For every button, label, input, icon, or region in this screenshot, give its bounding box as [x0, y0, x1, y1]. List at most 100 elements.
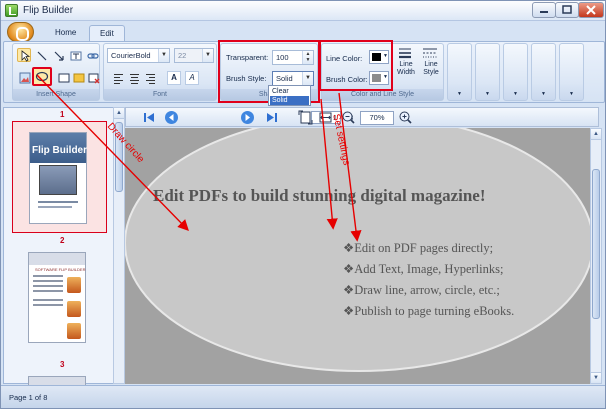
thumbnail-page-number: 1 [60, 110, 65, 119]
maximize-button[interactable] [555, 2, 579, 18]
zoom-in-icon [399, 111, 412, 124]
close-button[interactable] [578, 2, 604, 18]
ribbon-extra-group-2[interactable]: ▼ [475, 43, 500, 101]
next-page-button[interactable] [240, 110, 255, 125]
status-page-text: Page 1 of 8 [9, 393, 48, 402]
next-page-icon [241, 111, 254, 124]
scroll-down-icon[interactable]: ▼ [591, 372, 601, 383]
line-width-button[interactable]: Line Width [394, 46, 416, 90]
chevron-down-icon: ▼ [541, 91, 546, 97]
align-center-button[interactable] [128, 73, 141, 85]
bullet-icon: ❖ [343, 262, 355, 276]
font-group-label: Font [104, 89, 216, 100]
line-style-icon [423, 48, 437, 58]
insert-shape-group-label: Insert Shape [13, 89, 99, 100]
color-settings-highlight [319, 40, 393, 91]
ribbon-extra-group-5[interactable]: ▼ [559, 43, 584, 101]
thumbnail-page-number: 3 [60, 360, 65, 369]
canvas-vertical-scrollbar[interactable]: ▲ ▼ [590, 128, 602, 384]
ribbon-extra-group-3[interactable]: ▼ [503, 43, 528, 101]
align-right-button[interactable] [144, 73, 157, 85]
window-title: Flip Builder [23, 5, 74, 16]
line-width-icon [399, 48, 411, 59]
thumbnail-item-1[interactable]: Flip Builder [12, 121, 107, 233]
text-tool[interactable] [68, 48, 82, 62]
rectangle-tool[interactable] [56, 70, 70, 84]
page-headline: Edit PDFs to build stunning digital maga… [153, 186, 486, 205]
chevron-down-icon: ▼ [202, 49, 213, 62]
font-size-select[interactable]: 22 ▼ [174, 48, 214, 63]
first-page-icon [144, 113, 154, 122]
chevron-down-icon: ▼ [485, 91, 490, 97]
ribbon-extra-group-4[interactable]: ▼ [531, 43, 556, 101]
line-style-button[interactable]: Line Style [419, 46, 441, 90]
font-size-value: 22 [178, 51, 187, 60]
last-page-icon [267, 113, 277, 122]
thumbnail-page-number: 2 [60, 236, 65, 245]
status-bar: Page 1 of 8 [1, 385, 605, 408]
pointer-icon [21, 50, 31, 62]
ellipse-tool[interactable] [32, 67, 52, 86]
link-tool[interactable] [85, 48, 99, 62]
thumbnail-item-2[interactable]: SOFTWARE FLIP BUILDER [28, 252, 86, 343]
thumbnail-box-image [39, 165, 77, 195]
image-tool[interactable] [17, 70, 31, 84]
brush-style-option-solid[interactable]: Solid [270, 96, 309, 105]
thumbnail-title: SOFTWARE FLIP BUILDER [35, 267, 86, 272]
arrow-tool[interactable] [51, 48, 65, 62]
application-menu-button[interactable] [7, 22, 34, 42]
chevron-down-icon: ▼ [513, 91, 518, 97]
maximize-icon [562, 5, 572, 14]
delete-shape-icon [88, 73, 100, 84]
filled-rectangle-icon [73, 73, 85, 83]
text-box-icon [70, 51, 82, 61]
page-bullet-list: ❖Edit on PDF pages directly; ❖Add Text, … [343, 238, 514, 322]
select-pointer-tool[interactable] [17, 48, 31, 62]
page-navigation-toolbar: 1 / 8 70% [125, 107, 599, 127]
canvas-scroll-thumb[interactable] [592, 169, 600, 319]
previous-page-button[interactable] [164, 110, 179, 125]
align-left-button[interactable] [112, 73, 125, 85]
fit-page-button[interactable] [298, 110, 313, 125]
line-tool[interactable] [34, 48, 48, 62]
scroll-up-icon[interactable]: ▲ [114, 108, 124, 119]
chevron-down-icon: ▼ [457, 91, 462, 97]
brush-style-dropdown-list: Clear Solid [268, 85, 311, 106]
thumbnail-title: Flip Builder [32, 145, 87, 156]
first-page-button[interactable] [142, 110, 157, 125]
thumbnail-pane: 1 Flip Builder 2 SOFTWARE FLIP BUILDER 3 [3, 107, 116, 386]
link-icon [87, 53, 99, 59]
bullet-item-4: ❖Publish to page turning eBooks. [343, 304, 515, 318]
arrow-icon [54, 51, 64, 61]
ribbon-tab-row: Home Edit [1, 22, 605, 43]
thumbnail-page-1: Flip Builder [29, 132, 87, 224]
line-icon [37, 51, 47, 61]
previous-page-icon [165, 111, 178, 124]
font-family-select[interactable]: CourierBold ▼ [107, 48, 170, 63]
document-canvas[interactable]: Edit PDFs to build stunning digital maga… [125, 128, 590, 384]
font-group: CourierBold ▼ 22 ▼ A A Font [103, 43, 217, 101]
minimize-icon [540, 11, 548, 13]
bullet-icon: ❖ [343, 283, 355, 297]
font-increase-button[interactable]: A [167, 71, 181, 85]
font-family-value: CourierBold [111, 51, 151, 60]
title-bar: Flip Builder [1, 1, 605, 21]
font-decrease-button[interactable]: A [185, 71, 199, 85]
app-logo-icon [5, 4, 18, 17]
rectangle-icon [58, 73, 70, 83]
bullet-icon: ❖ [343, 304, 355, 318]
line-style-label: Line Style [423, 61, 439, 76]
close-icon [586, 5, 596, 15]
zoom-in-button[interactable] [398, 110, 413, 125]
scroll-up-icon[interactable]: ▲ [591, 129, 601, 140]
fit-page-icon [298, 110, 313, 125]
brush-style-option-clear[interactable]: Clear [270, 87, 309, 96]
bullet-item-1: ❖Edit on PDF pages directly; [343, 241, 494, 255]
delete-shape-tool[interactable] [86, 70, 100, 84]
filled-rectangle-tool[interactable] [71, 70, 85, 84]
minimize-button[interactable] [532, 2, 556, 18]
zoom-level-display[interactable]: 70% [360, 111, 394, 125]
ellipse-icon [35, 71, 49, 82]
last-page-button[interactable] [264, 110, 279, 125]
ribbon-extra-group-1[interactable]: ▼ [447, 43, 472, 101]
